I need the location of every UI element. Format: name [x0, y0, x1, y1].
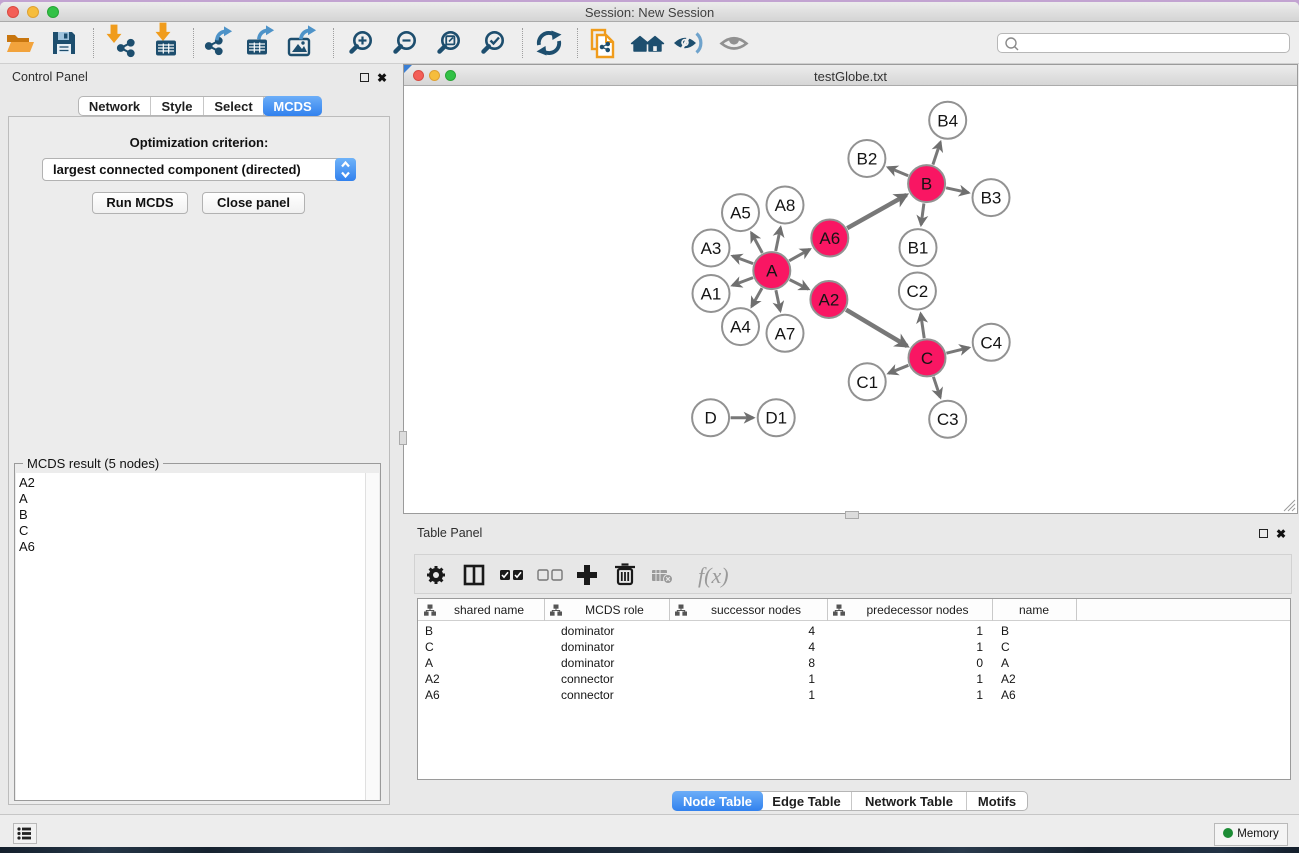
svg-text:B2: B2	[857, 150, 878, 169]
svg-text:B4: B4	[937, 111, 958, 130]
svg-text:A8: A8	[775, 196, 796, 215]
svg-text:A6: A6	[819, 229, 840, 248]
svg-text:A2: A2	[819, 291, 840, 310]
svg-text:B1: B1	[908, 239, 929, 258]
svg-text:shared name: shared name	[454, 603, 524, 617]
svg-text:successor nodes: successor nodes	[711, 603, 801, 617]
svg-text:A: A	[766, 262, 778, 281]
svg-text:C2: C2	[907, 282, 929, 301]
svg-text:C: C	[921, 349, 933, 368]
svg-text:f(x): f(x)	[698, 563, 729, 588]
svg-text:A4: A4	[730, 318, 751, 337]
svg-text:C3: C3	[937, 410, 959, 429]
svg-text:B: B	[921, 175, 932, 194]
svg-text:D: D	[704, 409, 716, 428]
svg-text:C1: C1	[856, 373, 878, 392]
svg-text:B3: B3	[981, 189, 1002, 208]
svg-text:A1: A1	[701, 285, 722, 304]
svg-text:MCDS role: MCDS role	[585, 603, 644, 617]
svg-text:A5: A5	[730, 204, 751, 223]
svg-text:predecessor nodes: predecessor nodes	[866, 603, 968, 617]
svg-text:D1: D1	[765, 409, 787, 428]
svg-text:C4: C4	[980, 333, 1002, 352]
svg-text:A3: A3	[701, 239, 722, 258]
svg-text:A7: A7	[775, 324, 796, 343]
svg-text:name: name	[1019, 603, 1049, 617]
